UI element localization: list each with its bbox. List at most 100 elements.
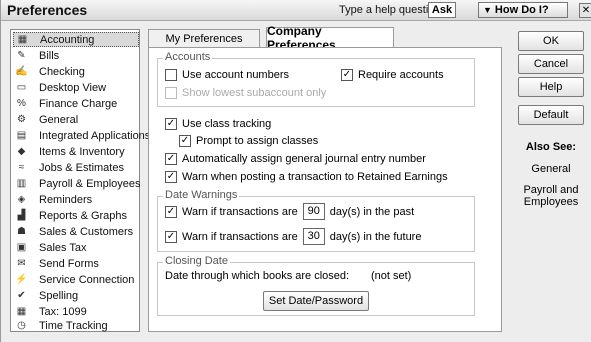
- sidebar-item-items-inventory[interactable]: ◆ Items & Inventory: [13, 144, 139, 159]
- preferences-category-list: ▦ Accounting ✎ Bills ✍ Checking ▭ Deskto…: [10, 29, 151, 333]
- sidebar-item-payroll-employees[interactable]: ▥ Payroll & Employees: [13, 176, 141, 191]
- sidebar-item-general[interactable]: ⚙ General: [13, 112, 139, 127]
- service-connection-icon: ⚡: [15, 274, 28, 285]
- bills-icon: ✎: [17, 50, 26, 61]
- show-lowest-subaccount-row: Show lowest subaccount only: [165, 87, 326, 99]
- use-account-numbers-label: Use account numbers: [182, 69, 289, 81]
- use-account-numbers-checkbox[interactable]: [165, 69, 177, 81]
- require-accounts-label: Require accounts: [358, 69, 444, 81]
- reminders-icon: ◈: [17, 194, 26, 205]
- sidebar-item-time-tracking[interactable]: ◷ Time Tracking: [13, 318, 139, 333]
- warn-future-row: ✓ Warn if transactions are 30 day(s) in …: [165, 228, 421, 245]
- sidebar-item-sales-tax[interactable]: ▣ Sales Tax: [13, 240, 139, 255]
- also-see-heading: Also See:: [525, 141, 577, 153]
- sidebar-item-desktop-view[interactable]: ▭ Desktop View: [13, 80, 139, 95]
- title-bar: Preferences Type a help question Ask ▼ Ho…: [1, 0, 591, 21]
- warn-future-prefix: Warn if transactions are: [182, 230, 298, 243]
- company-preferences-panel: Accounts Use account numbers ✓ Require a…: [148, 47, 502, 332]
- date-warnings-group-label: Date Warnings: [163, 189, 240, 201]
- sidebar-item-label: Bills: [39, 49, 60, 62]
- use-class-tracking-label: Use class tracking: [182, 118, 272, 130]
- sidebar-item-label: Spelling: [39, 289, 79, 302]
- sidebar-item-integrated-applications[interactable]: ▤ Integrated Applications: [13, 128, 151, 143]
- prompt-assign-classes-row[interactable]: ✓ Prompt to assign classes: [179, 135, 318, 147]
- general-icon: ⚙: [17, 114, 26, 125]
- prompt-assign-classes-checkbox[interactable]: ✓: [179, 135, 191, 147]
- sidebar-item-label: Accounting: [40, 33, 95, 46]
- tab-company-preferences[interactable]: Company Preferences: [266, 24, 394, 52]
- cancel-button[interactable]: Cancel: [518, 54, 584, 74]
- past-days-input[interactable]: 90: [302, 203, 325, 220]
- accounting-icon: ▦: [17, 34, 28, 45]
- sidebar-item-label: Send Forms: [39, 257, 99, 270]
- dropdown-arrow-icon: ▼: [483, 5, 492, 15]
- spelling-icon: ✔: [17, 290, 26, 301]
- sidebar-item-label: Finance Charge: [39, 97, 118, 110]
- sidebar-item-service-connection[interactable]: ⚡ Service Connection: [13, 272, 139, 287]
- send-forms-icon: ✉: [17, 258, 26, 269]
- warn-future-checkbox[interactable]: ✓: [165, 230, 177, 243]
- auto-assign-journal-label: Automatically assign general journal ent…: [182, 153, 426, 165]
- sidebar-item-label: Sales Tax: [39, 241, 87, 254]
- default-button[interactable]: Default: [518, 105, 584, 125]
- sidebar-item-label: Tax: 1099: [39, 305, 87, 318]
- tab-my-preferences[interactable]: My Preferences: [148, 29, 260, 47]
- sidebar-item-accounting[interactable]: ▦ Accounting: [13, 32, 139, 47]
- warn-retained-earnings-label: Warn when posting a transaction to Retai…: [182, 171, 448, 183]
- ask-button[interactable]: Ask: [428, 2, 456, 18]
- warn-retained-earnings-checkbox[interactable]: ✓: [165, 171, 177, 183]
- sidebar-item-tax-1099[interactable]: ▦ Tax: 1099: [13, 304, 139, 319]
- also-see-link-general[interactable]: General: [518, 163, 584, 175]
- sidebar-item-label: Checking: [39, 65, 85, 78]
- sidebar-item-label: Payroll & Employees: [39, 177, 141, 190]
- use-class-tracking-row[interactable]: ✓ Use class tracking: [165, 118, 271, 130]
- sales-customers-icon: ☗: [17, 226, 26, 237]
- sidebar-item-bills[interactable]: ✎ Bills: [13, 48, 139, 63]
- use-account-numbers-row[interactable]: Use account numbers: [165, 69, 289, 81]
- reports-graphs-icon: ▟: [17, 210, 26, 221]
- use-class-tracking-checkbox[interactable]: ✓: [165, 118, 177, 130]
- how-do-i-label: How Do I?: [494, 4, 549, 16]
- also-see-link-payroll[interactable]: Payroll and Employees: [518, 184, 584, 208]
- show-lowest-subaccount-label: Show lowest subaccount only: [182, 87, 327, 99]
- auto-assign-journal-checkbox[interactable]: ✓: [165, 153, 177, 165]
- sidebar-item-checking[interactable]: ✍ Checking: [13, 64, 139, 79]
- sidebar-item-label: General: [39, 113, 79, 126]
- require-accounts-row[interactable]: ✓ Require accounts: [341, 69, 444, 81]
- closing-date-value: (not set): [371, 270, 412, 282]
- accounts-group: [157, 58, 475, 107]
- sidebar-item-label: Sales & Customers: [39, 225, 134, 238]
- payroll-icon: ▥: [16, 178, 27, 189]
- close-icon[interactable]: ✕: [579, 3, 591, 18]
- closing-date-description: Date through which books are closed:: [165, 270, 350, 282]
- show-lowest-subaccount-checkbox: [165, 87, 177, 99]
- integrated-apps-icon: ▤: [16, 130, 27, 141]
- how-do-i-button[interactable]: ▼ How Do I?: [478, 2, 568, 18]
- time-tracking-icon: ◷: [17, 320, 26, 331]
- auto-assign-journal-row[interactable]: ✓ Automatically assign general journal e…: [165, 153, 426, 165]
- warn-retained-earnings-row[interactable]: ✓ Warn when posting a transaction to Ret…: [165, 171, 448, 183]
- sidebar-item-reminders[interactable]: ◈ Reminders: [13, 192, 139, 207]
- tax-1099-icon: ▦: [16, 306, 27, 317]
- sidebar-item-label: Integrated Applications: [39, 129, 151, 142]
- sidebar-item-label: Reports & Graphs: [39, 209, 128, 222]
- sidebar-item-finance-charge[interactable]: % Finance Charge: [13, 96, 139, 111]
- warn-past-suffix: day(s) in the past: [329, 205, 415, 218]
- sidebar-item-reports-graphs[interactable]: ▟ Reports & Graphs: [13, 208, 139, 223]
- future-days-input[interactable]: 30: [302, 228, 325, 245]
- sidebar-item-jobs-estimates[interactable]: ≈ Jobs & Estimates: [13, 160, 139, 175]
- help-button[interactable]: Help: [518, 77, 584, 97]
- sidebar-item-spelling[interactable]: ✔ Spelling: [13, 288, 139, 303]
- sidebar-item-sales-customers[interactable]: ☗ Sales & Customers: [13, 224, 139, 239]
- warn-past-checkbox[interactable]: ✓: [165, 205, 177, 218]
- items-inventory-icon: ◆: [17, 146, 26, 157]
- desktop-view-icon: ▭: [16, 82, 27, 93]
- warn-future-suffix: day(s) in the future: [329, 230, 422, 243]
- sidebar-item-label: Time Tracking: [39, 319, 108, 332]
- closing-date-group-label: Closing Date: [163, 255, 230, 267]
- require-accounts-checkbox[interactable]: ✓: [341, 69, 353, 81]
- set-date-password-button[interactable]: Set Date/Password: [263, 291, 369, 311]
- ok-button[interactable]: OK: [518, 31, 584, 51]
- sidebar-item-send-forms[interactable]: ✉ Send Forms: [13, 256, 139, 271]
- sidebar-item-label: Jobs & Estimates: [39, 161, 124, 174]
